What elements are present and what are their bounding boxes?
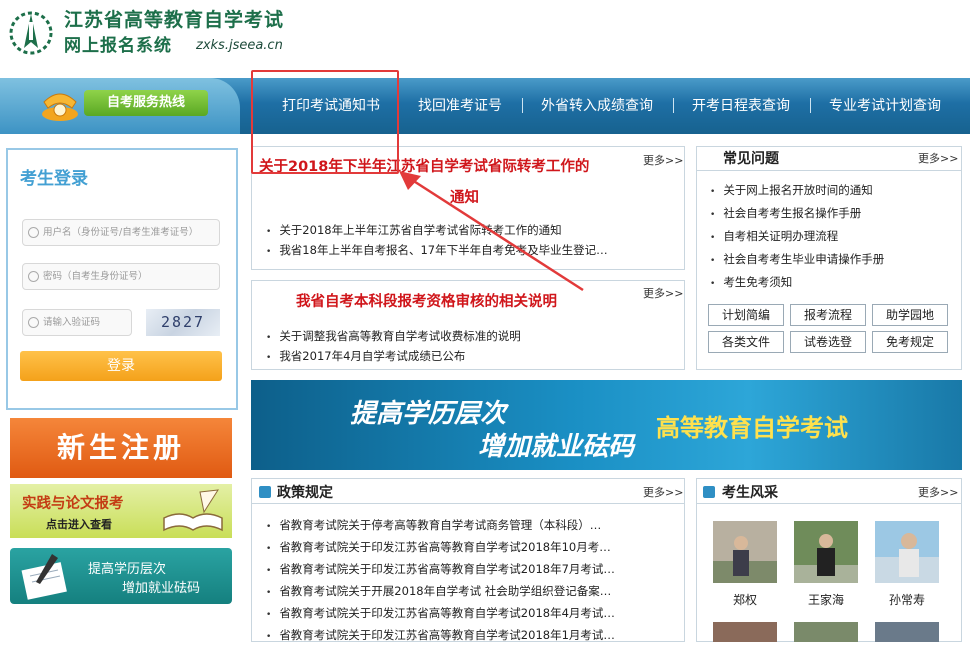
faq-item[interactable]: • 社会自考考生报名操作手册 xyxy=(710,203,861,225)
student-photo[interactable] xyxy=(875,622,939,642)
list-item[interactable]: • 省教育考试院关于印发江苏省高等教育自学考试2018年10月考… xyxy=(266,537,676,559)
bullet-icon: • xyxy=(266,588,272,598)
faq-button-documents[interactable]: 各类文件 xyxy=(708,331,784,353)
nav-separator xyxy=(673,98,674,113)
divider xyxy=(252,503,684,504)
nav-separator xyxy=(522,98,523,113)
faq-item[interactable]: • 自考相关证明办理流程 xyxy=(710,226,838,248)
student-photo[interactable] xyxy=(713,622,777,642)
student-showcase-title: 考生风采 xyxy=(722,485,778,501)
user-icon xyxy=(28,227,39,238)
site-domain: zxks.jseea.cn xyxy=(196,38,283,53)
bullet-icon: • xyxy=(266,247,272,257)
site-title: 江苏省高等教育自学考试 xyxy=(64,9,285,31)
nav-transfer-score-query[interactable]: 外省转入成绩查询 xyxy=(541,97,653,115)
list-item[interactable]: • 省教育考试院关于印发江苏省高等教育自学考试2018年1月考试… xyxy=(266,625,676,647)
faq-title: 常见问题 xyxy=(723,151,779,167)
book-quill-icon xyxy=(163,489,223,532)
faq-button-plan[interactable]: 计划简编 xyxy=(708,304,784,326)
list-item[interactable]: • 省教育考试院关于开展2018年自学考试 社会助学组织登记备案… xyxy=(266,581,676,603)
section-arrow-icon xyxy=(703,486,715,498)
promo-banner-line1: 提高学历层次 xyxy=(350,399,507,429)
notice1-more-link[interactable]: 更多>> xyxy=(643,152,683,168)
bullet-icon: • xyxy=(266,632,272,642)
site-subtitle: 网上报名系统 xyxy=(64,36,172,56)
hotline-button[interactable]: 自考服务热线 xyxy=(84,90,208,116)
nav-retrieve-admission-number[interactable]: 找回准考证号 xyxy=(418,97,502,115)
nav-exam-schedule-query[interactable]: 开考日程表查询 xyxy=(692,97,790,115)
bullet-icon: • xyxy=(266,566,272,576)
lock-icon xyxy=(28,271,39,282)
student-name[interactable]: 王家海 xyxy=(794,591,858,608)
student-name[interactable]: 孙常寿 xyxy=(875,591,939,608)
login-button[interactable]: 登录 xyxy=(20,351,222,381)
faq-button-process[interactable]: 报考流程 xyxy=(790,304,866,326)
new-student-register-banner[interactable]: 新生注册 xyxy=(10,418,232,478)
education-banner-line2: 增加就业砝码 xyxy=(122,581,201,596)
practice-thesis-title: 实践与论文报考 xyxy=(22,496,124,512)
promo-banner-line2: 增加就业砝码 xyxy=(478,432,635,462)
captcha-image[interactable]: 2827 xyxy=(146,309,220,336)
divider xyxy=(697,503,961,504)
password-placeholder: 密码（自考生身份证号） xyxy=(43,271,148,282)
policy-more-link[interactable]: 更多>> xyxy=(643,484,683,500)
telephone-icon xyxy=(42,93,78,121)
nav-separator xyxy=(810,98,811,113)
username-input[interactable]: 用户名（身份证号/自考生准考证号） xyxy=(22,219,220,246)
pen-writing-icon xyxy=(21,554,67,600)
nav-exam-plan-query[interactable]: 专业考试计划查询 xyxy=(829,97,941,115)
faq-button-papers[interactable]: 试卷选登 xyxy=(790,331,866,353)
students-more-link[interactable]: 更多>> xyxy=(918,484,958,500)
login-title: 考生登录 xyxy=(20,169,88,189)
student-photo[interactable] xyxy=(794,622,858,642)
faq-more-link[interactable]: 更多>> xyxy=(918,150,958,166)
education-banner-line1: 提高学历层次 xyxy=(88,562,167,577)
faq-item[interactable]: • 关于网上报名开放时间的通知 xyxy=(710,180,873,202)
list-item[interactable]: • 省教育考试院关于停考高等教育自学考试商务管理（本科段）… xyxy=(266,515,676,537)
policy-title: 政策规定 xyxy=(277,485,333,501)
site-logo-emblem xyxy=(9,11,53,55)
promo-banner-right-text: 高等教育自学考试 xyxy=(656,414,848,442)
captcha-input[interactable]: 请输入验证码 xyxy=(22,309,132,336)
bullet-icon: • xyxy=(710,233,716,243)
bullet-icon: • xyxy=(710,279,716,289)
username-placeholder: 用户名（身份证号/自考生准考证号） xyxy=(43,227,199,238)
student-name[interactable]: 郑权 xyxy=(713,591,777,608)
bullet-icon: • xyxy=(266,333,272,343)
faq-button-exemption[interactable]: 免考规定 xyxy=(872,331,948,353)
bullet-icon: • xyxy=(266,522,272,532)
student-photo[interactable] xyxy=(875,521,939,583)
student-photo[interactable] xyxy=(794,521,858,583)
bullet-icon: • xyxy=(710,256,716,266)
list-item[interactable]: • 关于调整我省高等教育自学考试收费标准的说明 xyxy=(266,326,676,348)
bullet-icon: • xyxy=(710,210,716,220)
annotation-arrow-icon xyxy=(399,171,584,292)
bullet-icon: • xyxy=(710,187,716,197)
list-item[interactable]: • 我省2017年4月自学考试成绩已公布 xyxy=(266,346,676,368)
bullet-icon: • xyxy=(266,610,272,620)
list-item[interactable]: • 省教育考试院关于印发江苏省高等教育自学考试2018年7月考试… xyxy=(266,559,676,581)
divider xyxy=(697,170,961,171)
highlight-annotation-box xyxy=(251,70,399,174)
list-item[interactable]: • 省教育考试院关于印发江苏省高等教育自学考试2018年4月考试… xyxy=(266,603,676,625)
shield-icon xyxy=(28,317,39,328)
faq-button-assist[interactable]: 助学园地 xyxy=(872,304,948,326)
password-input[interactable]: 密码（自考生身份证号） xyxy=(22,263,220,290)
student-photo[interactable] xyxy=(713,521,777,583)
captcha-placeholder: 请输入验证码 xyxy=(43,317,101,328)
section-arrow-icon xyxy=(259,486,271,498)
practice-thesis-subtitle: 点击进入查看 xyxy=(46,518,112,531)
bullet-icon: • xyxy=(266,227,272,237)
notice2-more-link[interactable]: 更多>> xyxy=(643,285,683,301)
bullet-icon: • xyxy=(266,353,272,363)
faq-item[interactable]: • 社会自考考生毕业申请操作手册 xyxy=(710,249,884,271)
faq-item[interactable]: • 考生免考须知 xyxy=(710,272,792,294)
bullet-icon: • xyxy=(266,544,272,554)
